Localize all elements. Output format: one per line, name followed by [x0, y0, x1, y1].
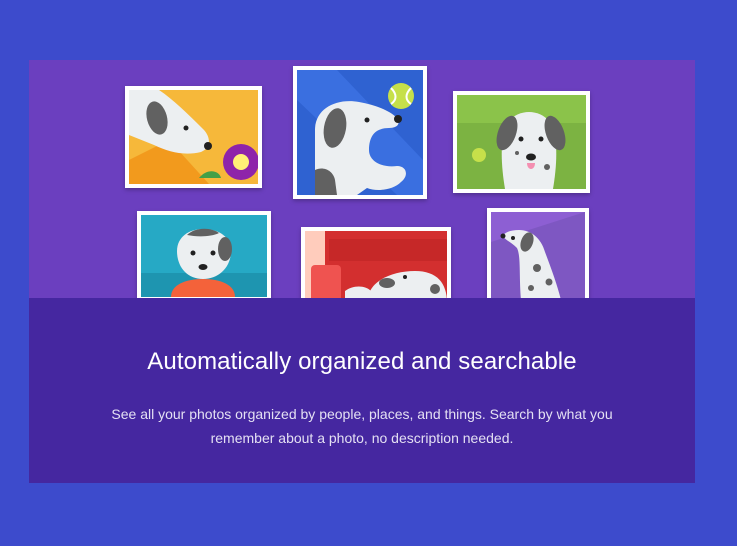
onboarding-card: Automatically organized and searchable S… — [29, 60, 695, 483]
onboarding-headline: Automatically organized and searchable — [147, 348, 577, 375]
onboarding-caption: Automatically organized and searchable S… — [29, 298, 695, 483]
onboarding-description: See all your photos organized by people,… — [111, 406, 613, 446]
dog-photo-flower — [125, 86, 262, 188]
dog-photo-teal — [137, 211, 271, 301]
dog-photo-tennis-ball — [293, 66, 427, 199]
dog-photo-purple — [487, 208, 589, 304]
dog-photos-illustration — [29, 60, 695, 307]
dog-photo-red-couch — [301, 227, 451, 307]
dog-photo-grass — [453, 91, 590, 193]
